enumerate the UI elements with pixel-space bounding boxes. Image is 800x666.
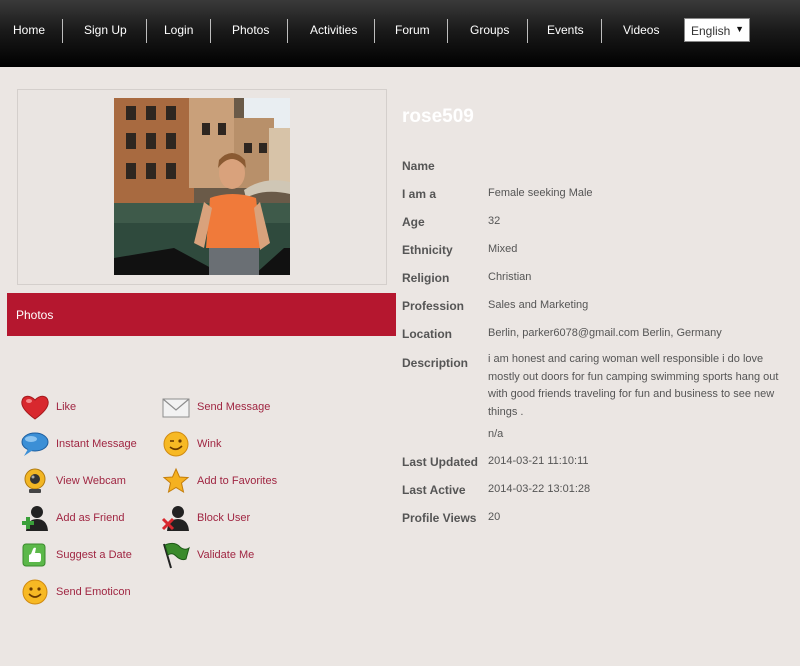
validate-me-label: Validate Me: [197, 549, 255, 561]
age-label: Age: [402, 215, 425, 229]
location-value: Berlin, parker6078@gmail.com Berlin, Ger…: [488, 327, 722, 339]
description-extra: n/a: [488, 428, 504, 440]
nav-divider: [601, 19, 602, 43]
smiley-icon: [20, 578, 50, 606]
nav-groups[interactable]: Groups: [470, 23, 509, 37]
nav-sign-up[interactable]: Sign Up: [84, 23, 127, 37]
profession-label: Profession: [402, 299, 465, 313]
last-active-label: Last Active: [402, 483, 466, 497]
profile-photo[interactable]: [114, 98, 290, 275]
dropdown-arrow-icon: ▼: [735, 24, 744, 34]
add-to-favorites-label: Add to Favorites: [197, 475, 278, 487]
like-label: Like: [56, 401, 77, 413]
last-active-value: 2014-03-22 13:01:28: [488, 483, 591, 495]
view-webcam-label: View Webcam: [56, 475, 126, 487]
add-as-friend-label: Add as Friend: [56, 512, 125, 524]
ethnicity-label: Ethnicity: [402, 243, 453, 257]
profession-value: Sales and Marketing: [488, 299, 589, 311]
thumbs-up-icon: [20, 541, 50, 569]
last-updated-value: 2014-03-21 11:10:11: [488, 455, 589, 467]
flag-icon: [161, 541, 191, 569]
profile-views-value: 20: [488, 511, 501, 523]
instant-message-label: Instant Message: [56, 438, 137, 450]
block-user-label: Block User: [197, 512, 251, 524]
wink-label: Wink: [197, 438, 222, 450]
photos-section-label: Photos: [16, 308, 54, 322]
name-label: Name: [402, 159, 435, 173]
nav-divider: [527, 19, 528, 43]
photos-section-header[interactable]: Photos: [7, 293, 396, 336]
nav-activities[interactable]: Activities: [310, 23, 357, 37]
nav-divider: [287, 19, 288, 43]
block-user-icon: [161, 504, 191, 532]
gender-seeking-value: Female seeking Male: [488, 187, 593, 199]
wink-smiley-icon: [161, 430, 191, 458]
webcam-icon: [20, 467, 50, 495]
profile-views-label: Profile Views: [402, 511, 477, 525]
nav-forum[interactable]: Forum: [395, 23, 430, 37]
nav-videos[interactable]: Videos: [623, 23, 659, 37]
nav-divider: [447, 19, 448, 43]
suggest-a-date-label: Suggest a Date: [56, 549, 132, 561]
nav-divider: [210, 19, 211, 43]
star-icon: [161, 467, 191, 495]
heart-icon: [20, 393, 50, 421]
language-select-value: English: [691, 24, 731, 38]
nav-login[interactable]: Login: [164, 23, 193, 37]
nav-events[interactable]: Events: [547, 23, 584, 37]
religion-label: Religion: [402, 271, 450, 285]
nav-photos[interactable]: Photos: [232, 23, 269, 37]
ethnicity-value: Mixed: [488, 243, 518, 255]
nav-divider: [146, 19, 147, 43]
location-label: Location: [402, 327, 452, 341]
description-label: Description: [402, 356, 469, 370]
religion-value: Christian: [488, 271, 532, 283]
envelope-icon: [161, 393, 191, 421]
add-user-icon: [20, 504, 50, 532]
nav-divider: [374, 19, 375, 43]
chat-bubble-icon: [20, 430, 50, 458]
send-emoticon-label: Send Emoticon: [56, 586, 131, 598]
description-text: i am honest and caring woman well respon…: [488, 353, 779, 418]
age-value: 32: [488, 215, 501, 227]
profile-username: rose509: [402, 106, 474, 127]
last-updated-label: Last Updated: [402, 455, 479, 469]
language-select[interactable]: English ▼: [684, 18, 750, 42]
nav-divider: [62, 19, 63, 43]
top-navigation: Home Sign Up Login Photos Activities For…: [0, 0, 800, 67]
gender-seeking-label: I am a: [402, 187, 437, 201]
send-message-label: Send Message: [197, 401, 271, 413]
nav-home[interactable]: Home: [13, 23, 45, 37]
